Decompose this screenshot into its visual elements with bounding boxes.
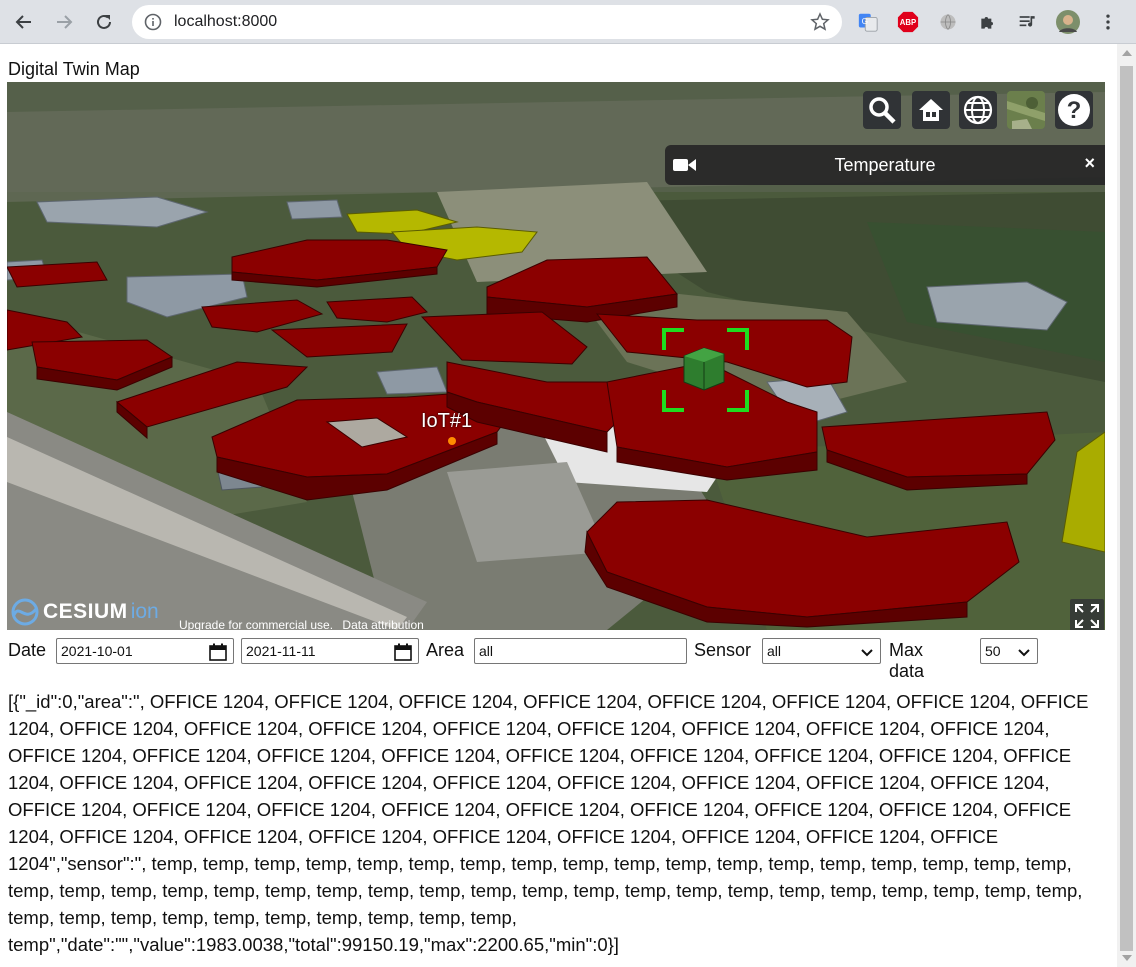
iot-label: IoT#1 — [421, 410, 473, 432]
arrow-left-icon — [15, 15, 31, 29]
kebab-menu-icon[interactable] — [1096, 10, 1120, 34]
address-bar[interactable]: localhost:8000 — [132, 5, 842, 39]
reload-icon — [97, 14, 111, 29]
media-queue-icon[interactable] — [1016, 10, 1040, 34]
globe-icon — [963, 95, 993, 125]
scrollbar-thumb[interactable] — [1120, 66, 1133, 951]
browser-toolbar: localhost:8000 G ABP — [0, 0, 1136, 44]
max-data-value: 50 — [985, 643, 1001, 659]
infobox-close-button[interactable]: × — [1084, 153, 1095, 174]
fullscreen-icon — [1075, 604, 1099, 628]
query-result-text: [{"_id":0,"area":", OFFICE 1204, OFFICE … — [8, 691, 1089, 955]
cesium-ion-logo[interactable]: CESIUM ion — [11, 598, 159, 626]
globe-extension-icon[interactable] — [936, 10, 960, 34]
credits-bar: Upgrade for commercial use. Data attribu… — [179, 618, 430, 630]
translate-extension-icon[interactable]: G — [856, 10, 880, 34]
date-to-value: 2021-11-11 — [246, 643, 316, 659]
upgrade-link[interactable]: Upgrade for commercial use. — [179, 618, 333, 630]
scroll-down-arrow-icon[interactable] — [1122, 955, 1132, 961]
forward-button[interactable] — [48, 6, 80, 38]
area-label: Area — [426, 640, 465, 660]
max-data-label: Max data — [889, 640, 925, 681]
scroll-up-arrow-icon[interactable] — [1122, 50, 1132, 56]
svg-text:?: ? — [1067, 97, 1082, 124]
data-attribution-link[interactable]: Data attribution — [342, 618, 423, 630]
selected-sensor-box[interactable] — [683, 347, 725, 391]
bookmark-star-icon[interactable] — [810, 12, 830, 32]
home-icon — [919, 99, 943, 121]
back-button[interactable] — [8, 6, 40, 38]
reload-button[interactable] — [88, 6, 120, 38]
geocoder-button[interactable] — [863, 91, 901, 129]
help-button[interactable]: ? — [1055, 91, 1093, 129]
calendar-icon[interactable] — [394, 643, 412, 661]
chevron-down-icon — [861, 649, 873, 657]
help-icon: ? — [1058, 94, 1090, 126]
page-scrollbar[interactable] — [1117, 44, 1136, 967]
sensor-value: all — [767, 643, 782, 659]
max-data-select[interactable]: 50 — [980, 638, 1038, 664]
svg-text:G: G — [862, 17, 868, 26]
info-icon — [144, 13, 162, 31]
url-text: localhost:8000 — [174, 13, 278, 30]
extensions-puzzle-icon[interactable] — [976, 10, 1000, 34]
adblock-extension-icon[interactable]: ABP — [896, 10, 920, 34]
scene-mode-button[interactable] — [959, 91, 997, 129]
page-title: Digital Twin Map — [8, 59, 140, 79]
chevron-down-icon — [1018, 649, 1030, 657]
arrow-right-icon — [57, 15, 73, 29]
date-label: Date — [8, 640, 47, 660]
sensor-label: Sensor — [694, 640, 752, 660]
date-from-input[interactable]: 2021-10-01 — [56, 638, 234, 664]
base-layer-picker-button[interactable] — [1007, 91, 1045, 129]
base-layer-picker-icon — [1007, 91, 1045, 129]
cesium-logo-text: CESIUM — [43, 600, 128, 623]
fullscreen-button[interactable] — [1070, 599, 1104, 630]
infobox-title: Temperature — [834, 155, 936, 175]
search-icon — [869, 97, 896, 124]
area-value: all — [479, 643, 494, 659]
cesium-3d-viewer[interactable]: IoT#1 ? Temperature × CESIUM ion Upgrade… — [7, 82, 1105, 630]
home-button[interactable] — [912, 91, 950, 129]
cesium-logo-icon — [11, 598, 39, 626]
ion-logo-text: ion — [130, 600, 159, 623]
profile-avatar[interactable] — [1056, 10, 1080, 34]
date-to-input[interactable]: 2021-11-11 — [241, 638, 419, 664]
iot-point-marker[interactable] — [448, 437, 456, 445]
svg-text:ABP: ABP — [900, 18, 916, 27]
sensor-select[interactable]: all — [762, 638, 881, 664]
date-from-value: 2021-10-01 — [61, 643, 133, 659]
area-input[interactable]: all — [474, 638, 687, 664]
calendar-icon[interactable] — [209, 643, 227, 661]
infobox-panel: Temperature × — [665, 145, 1105, 185]
